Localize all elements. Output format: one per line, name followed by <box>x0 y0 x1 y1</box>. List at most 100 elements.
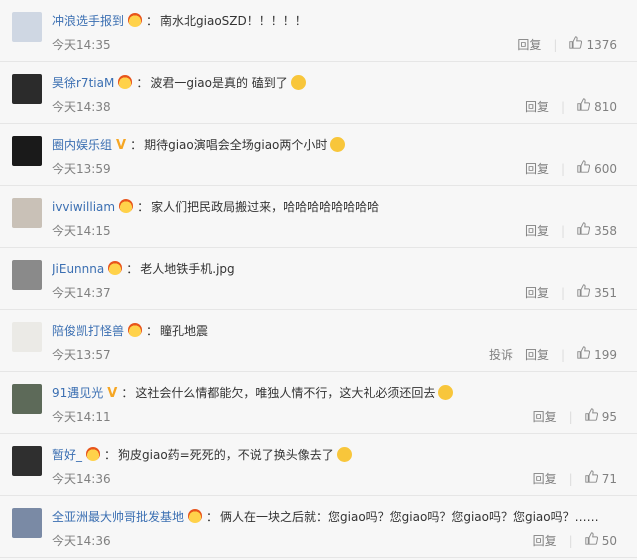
divider: | <box>561 100 566 114</box>
comment-item: 昊徐r7tiaM ：波君一giao是真的 磕到了 今天14:38 回复 | 810 <box>0 62 637 124</box>
comment-line: 冲浪选手报到 ：南水北giaoSZD！！！！！ <box>52 12 627 30</box>
colon: ： <box>136 76 149 90</box>
comment-list: 冲浪选手报到：南水北giaoSZD！！！！！ 今天14:35 回复 | 1376 昊徐r7… <box>0 0 637 560</box>
divider: | <box>561 162 566 176</box>
comment-actions: 回复 | 1376 <box>517 36 617 54</box>
thumbs-up-icon <box>290 75 306 90</box>
reply-button[interactable]: 回复 <box>525 222 549 240</box>
crown-badge-icon <box>118 75 133 89</box>
reply-button[interactable]: 回复 <box>525 98 549 116</box>
thumbs-up-icon <box>577 222 591 240</box>
thumbs-up-icon <box>585 470 598 488</box>
avatar[interactable] <box>12 260 42 290</box>
avatar[interactable] <box>12 322 42 352</box>
username-link[interactable]: 91遇见光 <box>52 386 103 400</box>
divider: | <box>568 534 573 548</box>
username-link[interactable]: ivviwilliam <box>52 200 115 214</box>
comment-line: 暂好_ ：狗皮giao药=死死的，不说了换头像去了 <box>52 446 627 464</box>
like-count: 95 <box>601 410 617 424</box>
like-button[interactable]: 351 <box>577 284 617 302</box>
like-button[interactable]: 358 <box>577 222 617 240</box>
comment-item: 暂好_ ：狗皮giao药=死死的，不说了换头像去了 今天14:36 回复 | 71 <box>0 434 637 496</box>
reply-button[interactable]: 回复 <box>525 284 549 302</box>
reply-button[interactable]: 回复 <box>533 470 557 488</box>
like-count: 50 <box>601 534 617 548</box>
like-count: 71 <box>601 472 617 486</box>
colon: ： <box>121 386 134 400</box>
colon: ： <box>137 200 150 214</box>
comment-text: 瞳孔地震 <box>160 324 209 338</box>
comment-actions: 回复 | 50 <box>533 532 617 550</box>
username-link[interactable]: 暂好_ <box>52 448 82 462</box>
crown-badge-icon <box>128 323 143 337</box>
comment-actions: 回复 | 71 <box>533 470 617 488</box>
crown-badge-icon <box>128 13 143 27</box>
dog-face-emoji-icon <box>336 447 352 462</box>
like-count: 1376 <box>586 38 617 52</box>
like-button[interactable]: 199 <box>577 346 617 364</box>
timestamp: 今天14:37 <box>52 286 111 300</box>
report-button[interactable]: 投诉 <box>489 346 513 364</box>
avatar[interactable] <box>12 446 42 476</box>
avatar[interactable] <box>12 508 42 538</box>
comment-meta: 今天14:38 回复 | 810 <box>52 98 627 116</box>
comment-text: 这社会什么情都能欠，唯独人情不行，这大礼必须还回去 <box>135 386 436 400</box>
reply-button[interactable]: 回复 <box>533 532 557 550</box>
comment-actions: 投诉 回复 | 199 <box>489 346 617 364</box>
comment-actions: 回复 | 351 <box>525 284 617 302</box>
colon: ： <box>130 138 143 152</box>
thumbs-up-icon <box>577 284 591 302</box>
avatar[interactable] <box>12 198 42 228</box>
crown-badge-icon <box>86 447 101 461</box>
laughing-emoji-icon <box>438 385 454 400</box>
username-link[interactable]: 圈内娱乐组 <box>52 138 112 152</box>
divider: | <box>561 224 566 238</box>
comment-actions: 回复 | 95 <box>533 408 617 426</box>
thumbs-up-icon <box>577 346 591 364</box>
like-button[interactable]: 50 <box>585 532 617 550</box>
reply-button[interactable]: 回复 <box>533 408 557 426</box>
comment-text: 南水北giaoSZD！！！！！ <box>160 14 307 28</box>
crown-badge-icon <box>188 509 203 523</box>
colon: ： <box>104 448 117 462</box>
divider: | <box>553 38 558 52</box>
username-link[interactable]: 冲浪选手报到 <box>52 14 124 28</box>
reply-button[interactable]: 回复 <box>525 160 549 178</box>
comment-meta: 今天14:15 回复 | 358 <box>52 222 627 240</box>
verified-v-icon: V <box>107 386 118 401</box>
username-link[interactable]: 全亚洲最大帅哥批发基地 <box>52 510 184 524</box>
username-link[interactable]: 陪俊凯打怪兽 <box>52 324 124 338</box>
like-button[interactable]: 1376 <box>569 36 617 54</box>
comment-item: 圈内娱乐组 V：期待giao演唱会全场giao两个小时 今天13:59 回复 | 600 <box>0 124 637 186</box>
comment-meta: 今天13:57 投诉 回复 | 199 <box>52 346 627 364</box>
like-button[interactable]: 600 <box>577 160 617 178</box>
colon: ： <box>206 510 219 524</box>
verified-v-icon: V <box>116 138 127 153</box>
comment-actions: 回复 | 810 <box>525 98 617 116</box>
like-button[interactable]: 95 <box>585 408 617 426</box>
comment-line: JiEunnna ：老人地铁手机.jpg <box>52 260 627 278</box>
like-count: 351 <box>594 286 617 300</box>
like-count: 199 <box>594 348 617 362</box>
avatar[interactable] <box>12 384 42 414</box>
like-count: 600 <box>594 162 617 176</box>
reply-button[interactable]: 回复 <box>525 346 549 364</box>
comment-actions: 回复 | 600 <box>525 160 617 178</box>
crown-badge-icon <box>119 199 134 213</box>
avatar[interactable] <box>12 74 42 104</box>
divider: | <box>561 348 566 362</box>
timestamp: 今天14:36 <box>52 534 111 548</box>
timestamp: 今天14:36 <box>52 472 111 486</box>
thumbs-up-icon <box>585 532 598 550</box>
avatar[interactable] <box>12 12 42 42</box>
username-link[interactable]: 昊徐r7tiaM <box>52 76 114 90</box>
like-count: 810 <box>594 100 617 114</box>
username-link[interactable]: JiEunnna <box>52 262 104 276</box>
reply-button[interactable]: 回复 <box>517 36 541 54</box>
comment-actions: 回复 | 358 <box>525 222 617 240</box>
crown-badge-icon <box>108 261 123 275</box>
avatar[interactable] <box>12 136 42 166</box>
like-button[interactable]: 810 <box>577 98 617 116</box>
comment-line: 圈内娱乐组 V：期待giao演唱会全场giao两个小时 <box>52 136 627 154</box>
like-button[interactable]: 71 <box>585 470 617 488</box>
